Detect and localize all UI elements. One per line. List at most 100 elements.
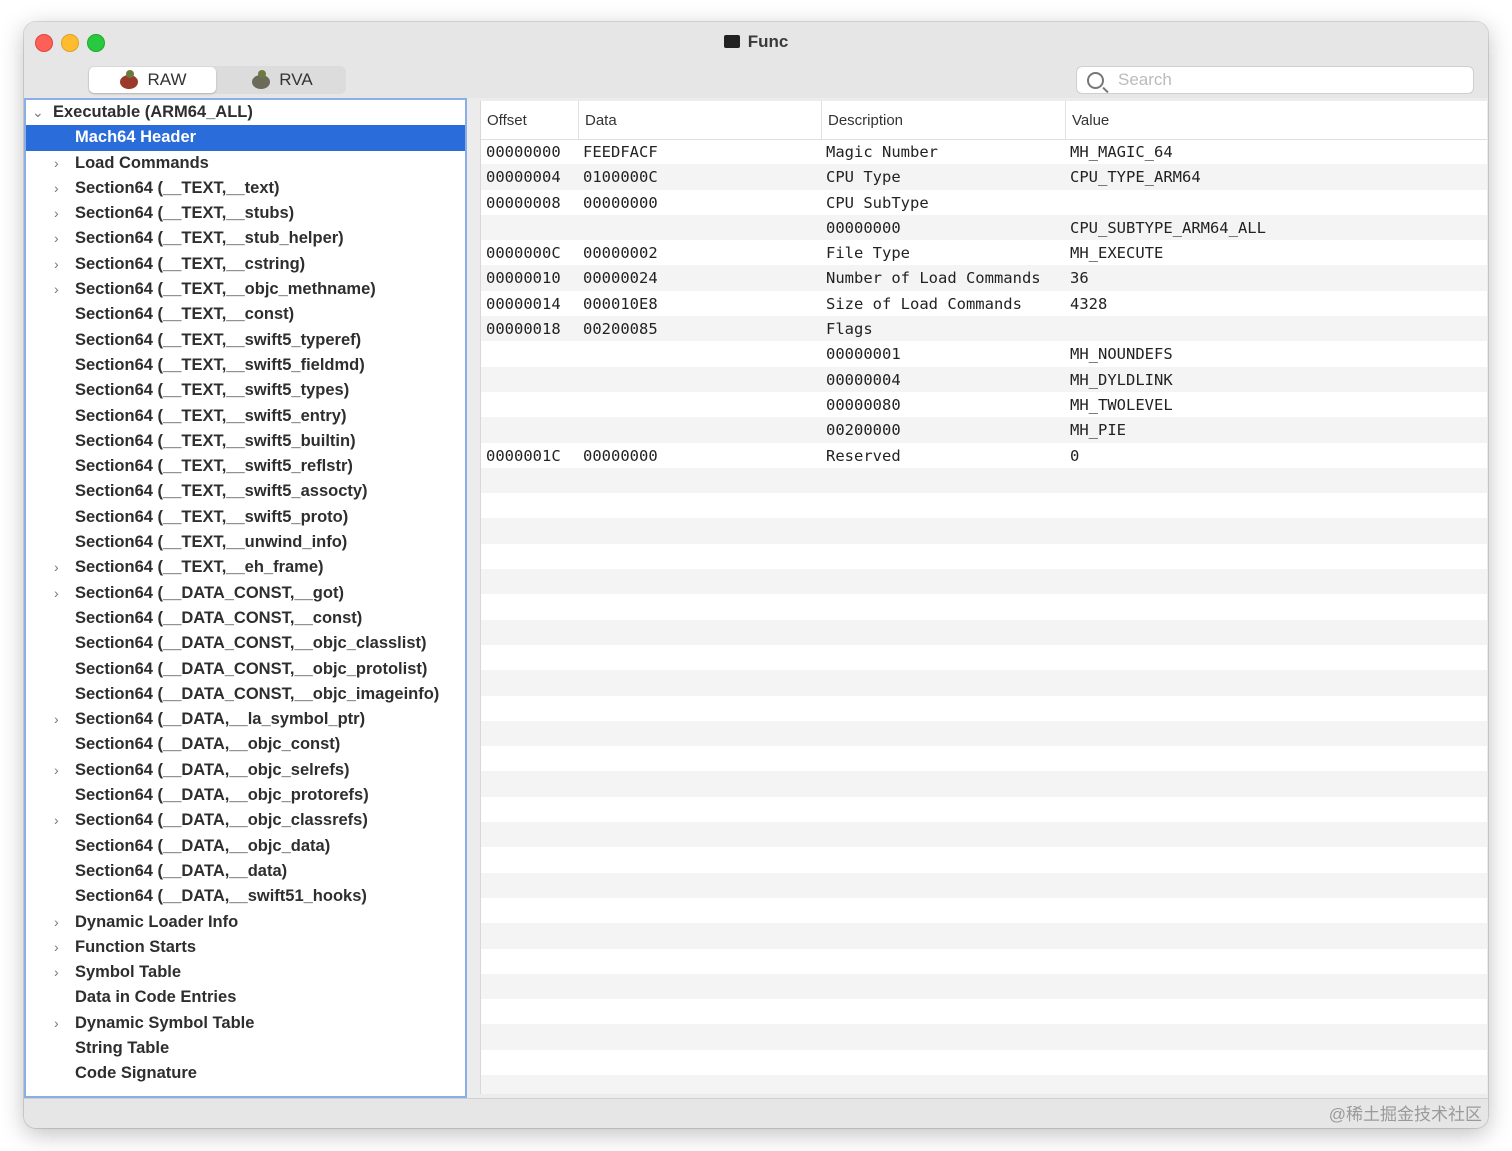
column-header-description[interactable]: Description xyxy=(821,101,1065,139)
description-cell: Number of Load Commands xyxy=(826,269,1041,288)
tree-item[interactable]: › Section64 (__DATA,__objc_selrefs) xyxy=(26,758,465,783)
chevron-right-icon[interactable]: › xyxy=(54,707,59,732)
value-cell: 0 xyxy=(1070,446,1080,465)
table-row[interactable]: 00200000 MH_PIE xyxy=(481,417,1487,443)
chevron-right-icon[interactable]: › xyxy=(54,226,59,251)
value-cell: CPU_SUBTYPE_ARM64_ALL xyxy=(1070,218,1266,237)
tree-item[interactable]: Section64 (__DATA_CONST,__const) xyxy=(26,606,465,631)
table-row xyxy=(481,467,1487,494)
tree-item[interactable]: › Section64 (__DATA,__objc_classrefs) xyxy=(26,808,465,833)
data-cell: 00200085 xyxy=(583,320,658,339)
raw-segment-button[interactable]: RAW xyxy=(89,67,216,93)
table-row[interactable]: 0000000C 00000002 File Type MH_EXECUTE xyxy=(481,240,1487,265)
tree-item-label: Section64 (__DATA_CONST,__objc_imageinfo… xyxy=(75,684,440,703)
table-row[interactable]: 00000000 FEEDFACF Magic Number MH_MAGIC_64 xyxy=(481,139,1487,164)
chevron-right-icon[interactable]: › xyxy=(54,201,59,226)
chevron-right-icon[interactable]: › xyxy=(54,581,59,606)
table-row[interactable]: 00000004 0100000C CPU Type CPU_TYPE_ARM64 xyxy=(481,164,1487,190)
tree-item[interactable]: › Section64 (__TEXT,__cstring) xyxy=(26,252,465,277)
chevron-right-icon[interactable]: › xyxy=(54,176,59,201)
tree-item-label: Section64 (__DATA_CONST,__objc_classlist… xyxy=(75,634,427,653)
tree-item[interactable]: Section64 (__DATA_CONST,__objc_imageinfo… xyxy=(26,682,465,707)
table-row[interactable]: 00000014 000010E8 Size of Load Commands 432… xyxy=(481,291,1487,316)
tree-item[interactable]: › Section64 (__DATA,__la_symbol_ptr) xyxy=(26,707,465,732)
offset-cell: 0000001C xyxy=(486,446,561,465)
value-cell: 36 xyxy=(1070,269,1089,288)
tree-item[interactable]: › Section64 (__TEXT,__stub_helper) xyxy=(26,226,465,251)
chevron-right-icon[interactable]: › xyxy=(54,1011,59,1036)
structure-tree: ⌄ Executable (ARM64_ALL) Mach64 Header › L… xyxy=(24,98,467,1098)
tree-item[interactable]: Section64 (__TEXT,__swift5_builtin) xyxy=(26,429,465,454)
tree-item[interactable]: Section64 (__TEXT,__unwind_info) xyxy=(26,530,465,555)
chevron-right-icon[interactable]: › xyxy=(54,277,59,302)
column-header-offset[interactable]: Offset xyxy=(481,101,578,139)
tree-root-executable[interactable]: ⌄ Executable (ARM64_ALL) xyxy=(26,100,465,125)
tree-item[interactable]: › Section64 (__TEXT,__eh_frame) xyxy=(26,555,465,580)
app-window: Func RAW RVA ⌄ Executable (ARM64_ALL) Ma… xyxy=(24,22,1488,1128)
tree-item[interactable]: Section64 (__TEXT,__swift5_typeref) xyxy=(26,328,465,353)
chevron-right-icon[interactable]: › xyxy=(54,555,59,580)
rva-segment-button[interactable]: RVA xyxy=(218,67,345,93)
table-row xyxy=(481,619,1487,645)
tree-item[interactable]: Mach64 Header xyxy=(26,125,465,151)
tree-item[interactable]: Section64 (__DATA_CONST,__objc_classlist… xyxy=(26,631,465,656)
tree-item[interactable]: Section64 (__TEXT,__const) xyxy=(26,302,465,327)
tree-item-label: Section64 (__TEXT,__swift5_typeref) xyxy=(75,330,362,349)
tree-item-label: Section64 (__DATA,__la_symbol_ptr) xyxy=(75,710,366,729)
tree-item[interactable]: › Dynamic Symbol Table xyxy=(26,1011,465,1036)
description-cell: CPU Type xyxy=(826,168,901,187)
tree-item[interactable]: Section64 (__DATA,__objc_protorefs) xyxy=(26,783,465,808)
tree-item-label: Section64 (__TEXT,__swift5_entry) xyxy=(75,406,347,425)
value-cell: CPU_TYPE_ARM64 xyxy=(1070,168,1201,187)
description-cell: 00000000 xyxy=(826,218,901,237)
chevron-right-icon[interactable]: › xyxy=(54,910,59,935)
data-cell: 00000000 xyxy=(583,193,658,212)
search-input[interactable] xyxy=(1116,69,1460,91)
tree-item[interactable]: › Section64 (__TEXT,__objc_methname) xyxy=(26,277,465,302)
table-row[interactable]: 00000000 CPU_SUBTYPE_ARM64_ALL xyxy=(481,214,1487,241)
table-row[interactable]: 0000001C 00000000 Reserved 0 xyxy=(481,443,1487,468)
tree-item[interactable]: Section64 (__TEXT,__swift5_entry) xyxy=(26,404,465,429)
tree-item[interactable]: Section64 (__DATA,__objc_data) xyxy=(26,834,465,859)
tree-item[interactable]: › Function Starts xyxy=(26,935,465,960)
column-header-data[interactable]: Data xyxy=(578,101,821,139)
description-cell: 00200000 xyxy=(826,421,901,440)
tree-item[interactable]: Code Signature xyxy=(26,1061,465,1086)
tree-item[interactable]: Section64 (__DATA,__objc_const) xyxy=(26,732,465,757)
tree-item[interactable]: Section64 (__TEXT,__swift5_types) xyxy=(26,378,465,403)
tree-item-label: Section64 (__TEXT,__text) xyxy=(75,178,280,197)
table-row[interactable]: 00000004 MH_DYLDLINK xyxy=(481,366,1487,392)
tree-item[interactable]: Section64 (__TEXT,__swift5_proto) xyxy=(26,505,465,530)
chevron-down-icon[interactable]: ⌄ xyxy=(32,100,44,125)
table-row[interactable]: 00000008 00000000 CPU SubType xyxy=(481,190,1487,215)
tree-item[interactable]: › Section64 (__TEXT,__stubs) xyxy=(26,201,465,226)
tree-item[interactable]: Section64 (__TEXT,__swift5_fieldmd) xyxy=(26,353,465,378)
table-row[interactable]: 00000010 00000024 Number of Load Commands 3… xyxy=(481,265,1487,291)
column-header-value[interactable]: Value xyxy=(1065,101,1487,139)
tree-item[interactable]: › Section64 (__DATA_CONST,__got) xyxy=(26,581,465,606)
tree-item[interactable]: Section64 (__TEXT,__swift5_reflstr) xyxy=(26,454,465,479)
tree-item[interactable]: Section64 (__DATA_CONST,__objc_protolist… xyxy=(26,657,465,682)
chevron-right-icon[interactable]: › xyxy=(54,758,59,783)
chevron-right-icon[interactable]: › xyxy=(54,960,59,985)
chevron-right-icon[interactable]: › xyxy=(54,252,59,277)
table-row[interactable]: 00000001 MH_NOUNDEFS xyxy=(481,341,1487,366)
chevron-right-icon[interactable]: › xyxy=(54,935,59,960)
tree-item[interactable]: › Section64 (__TEXT,__text) xyxy=(26,176,465,201)
tree-item[interactable]: Section64 (__TEXT,__swift5_assocty) xyxy=(26,479,465,504)
chevron-right-icon[interactable]: › xyxy=(54,151,59,176)
tree-item[interactable]: › Dynamic Loader Info xyxy=(26,910,465,935)
tree-item[interactable]: › Symbol Table xyxy=(26,960,465,985)
table-row xyxy=(481,872,1487,898)
table-row[interactable]: 00000080 MH_TWOLEVEL xyxy=(481,392,1487,417)
tree-item[interactable]: String Table xyxy=(26,1036,465,1061)
value-cell: MH_PIE xyxy=(1070,421,1126,440)
tree-item[interactable]: Section64 (__DATA,__data) xyxy=(26,859,465,884)
tree-item[interactable]: Section64 (__DATA,__swift51_hooks) xyxy=(26,884,465,909)
tree-item[interactable]: › Load Commands xyxy=(26,151,465,176)
table-row[interactable]: 00000018 00200085 Flags xyxy=(481,316,1487,342)
chevron-right-icon[interactable]: › xyxy=(54,808,59,833)
search-field[interactable] xyxy=(1076,66,1474,94)
description-cell: Magic Number xyxy=(826,143,938,161)
tree-item[interactable]: Data in Code Entries xyxy=(26,985,465,1010)
